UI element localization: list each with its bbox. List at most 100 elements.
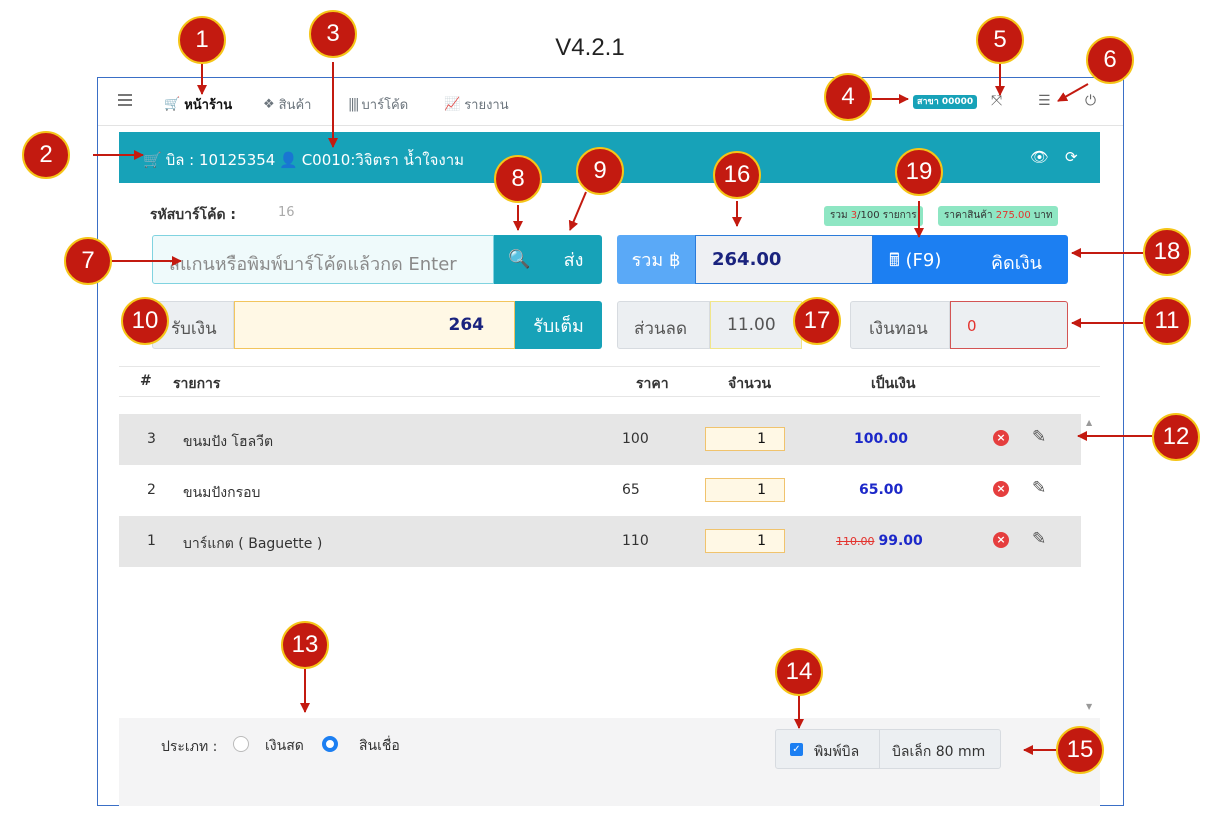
- callout-3: 3: [309, 10, 357, 58]
- receive-full-button[interactable]: รับเต็ม: [515, 301, 602, 349]
- calc-key-text: (F9): [905, 250, 942, 271]
- row-qty-input[interactable]: 1: [705, 478, 785, 502]
- row-name: ขนมปังกรอบ: [183, 485, 261, 501]
- callout-14: 14: [775, 648, 823, 696]
- table-row[interactable]: 2 ขนมปังกรอบ 65 1 65.00 × ✎: [119, 465, 1081, 516]
- callout-12: 12: [1152, 413, 1200, 461]
- table-row[interactable]: 1 บาร์แกต ( Baguette ) 110 1 110.00 99.00…: [119, 516, 1081, 567]
- bill-number: บิล : 10125354: [165, 151, 276, 169]
- eye-icon[interactable]: 👁: [1030, 148, 1049, 166]
- nav-reports[interactable]: 📈 รายงาน: [444, 94, 509, 115]
- items-suffix: /100 รายการ: [857, 210, 917, 221]
- callout-18: 18: [1143, 228, 1191, 276]
- discount-input[interactable]: 11.00: [710, 301, 802, 349]
- menu-icon[interactable]: [118, 94, 132, 106]
- power-icon[interactable]: ⏻: [1085, 93, 1096, 109]
- credit-radio[interactable]: [322, 736, 338, 752]
- price-prefix: ราคาสินค้า: [944, 210, 996, 221]
- nav-products-label: สินค้า: [278, 98, 312, 113]
- price-value: 275.00: [995, 210, 1031, 221]
- fullscreen-icon[interactable]: ⤧: [991, 93, 1002, 109]
- scroll-down-icon[interactable]: ▼: [1086, 702, 1092, 711]
- payment-type-label: ประเภท :: [161, 739, 218, 755]
- row-qty-input[interactable]: 1: [705, 529, 785, 553]
- list-icon[interactable]: ☰: [1038, 93, 1051, 109]
- edit-icon[interactable]: ✎: [1032, 427, 1046, 447]
- send-button[interactable]: ส่ง: [545, 235, 602, 284]
- callout-2: 2: [22, 131, 70, 179]
- row-amount: 65.00: [859, 482, 904, 498]
- change-value: 0: [950, 301, 1068, 349]
- callout-17: 17: [793, 297, 841, 345]
- row-no: 2: [147, 482, 156, 498]
- col-price: ราคา: [636, 376, 669, 392]
- callout-1: 1: [178, 16, 226, 64]
- footer-bar: ประเภท : เงินสด สินเชื่อ ✓ พิมพ์บิล บิลเ…: [119, 718, 1100, 806]
- customer-name: C0010:วิจิตรา น้ำใจงาม: [301, 151, 465, 169]
- edit-icon[interactable]: ✎: [1032, 529, 1046, 549]
- change-label: เงินทอน: [850, 301, 950, 349]
- calculate-button[interactable]: 🖩 (F9) คิดเงิน: [873, 235, 1068, 284]
- barcode-input[interactable]: สแกนหรือพิมพ์บาร์โค้ดแล้วกด Enter: [152, 235, 494, 284]
- callout-16: 16: [713, 151, 761, 199]
- nav-storefront-label: หน้าร้าน: [184, 98, 233, 113]
- row-old-amount: 110.00: [836, 535, 875, 548]
- col-qty: จำนวน: [728, 376, 772, 392]
- calc-label: คิดเงิน: [991, 253, 1042, 274]
- col-amount: เป็นเงิน: [871, 376, 916, 392]
- cash-label: เงินสด: [265, 738, 304, 754]
- nav-products[interactable]: ❖ สินค้า: [263, 94, 311, 115]
- callout-11: 11: [1143, 297, 1191, 345]
- branch-badge: สาขา 00000: [913, 95, 978, 109]
- top-nav: 🛒 หน้าร้าน ❖ สินค้า |||| บาร์โค้ด 📈 รายง…: [98, 78, 1123, 126]
- calculator-icon: 🖩: [889, 250, 906, 271]
- receive-input[interactable]: 264: [234, 301, 515, 349]
- user-icon: 👤: [279, 151, 298, 169]
- nav-barcode[interactable]: |||| บาร์โค้ด: [348, 94, 408, 115]
- row-no: 1: [147, 533, 156, 549]
- customer-info[interactable]: 👤 C0010:วิจิตรา น้ำใจงาม: [279, 148, 464, 172]
- cart-icon: 🛒: [164, 97, 181, 112]
- callout-5: 5: [976, 16, 1024, 64]
- items-count-badge: รวม 3/100 รายการ: [824, 206, 923, 226]
- col-no: #: [140, 373, 152, 389]
- callout-7: 7: [64, 237, 112, 285]
- cash-radio[interactable]: [233, 736, 249, 752]
- print-checkbox[interactable]: ✓: [790, 743, 803, 756]
- print-label: พิมพ์บิล: [814, 744, 860, 760]
- callout-8: 8: [494, 155, 542, 203]
- callout-9: 9: [576, 147, 624, 195]
- callout-13: 13: [281, 621, 329, 669]
- barcode-label: รหัสบาร์โค้ด :: [150, 207, 237, 223]
- callout-10: 10: [121, 297, 169, 345]
- nav-reports-label: รายงาน: [464, 98, 509, 113]
- callout-19: 19: [895, 148, 943, 196]
- row-amount-wrap: 110.00 99.00: [836, 533, 923, 549]
- delete-icon[interactable]: ×: [993, 532, 1009, 548]
- table-row[interactable]: 3 ขนมปัง โฮลวีต 100 1 100.00 × ✎: [119, 414, 1081, 465]
- nav-barcode-label: บาร์โค้ด: [361, 98, 409, 113]
- table-header: # รายการ ราคา จำนวน เป็นเงิน: [119, 366, 1100, 397]
- search-icon: 🔍: [508, 249, 531, 270]
- delete-icon[interactable]: ×: [993, 481, 1009, 497]
- delete-icon[interactable]: ×: [993, 430, 1009, 446]
- col-item: รายการ: [173, 376, 221, 392]
- callout-6: 6: [1086, 36, 1134, 84]
- bill-info: 🛒 บิล : 10125354: [143, 148, 275, 172]
- row-amount: 100.00: [854, 431, 909, 447]
- row-qty-input[interactable]: 1: [705, 427, 785, 451]
- edit-icon[interactable]: ✎: [1032, 478, 1046, 498]
- callout-4: 4: [824, 73, 872, 121]
- nav-storefront[interactable]: 🛒 หน้าร้าน: [164, 94, 232, 115]
- paper-size-select[interactable]: บิลเล็ก 80 mm: [892, 741, 985, 763]
- discount-label: ส่วนลด: [617, 301, 710, 349]
- refresh-icon[interactable]: ⟳: [1065, 148, 1078, 166]
- table-scrollbar[interactable]: ▲ ▼: [1081, 414, 1100, 715]
- calc-key: 🖩 (F9): [889, 248, 941, 278]
- product-price-badge: ราคาสินค้า 275.00 บาท: [938, 206, 1059, 226]
- row-no: 3: [147, 431, 156, 447]
- search-button[interactable]: 🔍: [494, 235, 545, 284]
- items-prefix: รวม: [830, 210, 851, 221]
- scroll-up-icon[interactable]: ▲: [1086, 418, 1092, 427]
- row-amount: 99.00: [878, 533, 923, 549]
